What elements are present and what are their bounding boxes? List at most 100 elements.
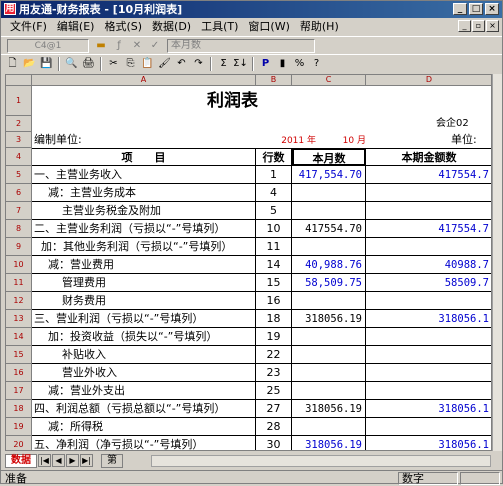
ytd-amount-cell[interactable]: 318056.1 [366,436,491,450]
month-amount-cell[interactable]: 318056.19 [292,400,366,418]
minimize-button[interactable]: _ [453,3,467,15]
header-ytd-amount[interactable]: 本期金额数 [366,148,491,166]
item-cell[interactable]: 管理费用 [32,274,256,292]
save-icon[interactable]: 💾 [39,56,54,71]
row-header[interactable]: 19 [6,418,32,436]
month-amount-cell[interactable] [292,292,366,310]
row-header[interactable]: 18 [6,400,32,418]
prev-sheet-button[interactable]: ◀ [52,454,65,467]
line-cell[interactable]: 25 [256,382,292,400]
horizontal-scrollbar[interactable] [151,455,491,467]
menu-window[interactable]: 窗口(W) [243,18,294,36]
menu-tools[interactable]: 工具(T) [196,18,243,36]
line-cell[interactable]: 4 [256,184,292,202]
first-sheet-button[interactable]: |◀ [38,454,51,467]
new-icon[interactable]: 🗋 [5,56,20,71]
next-sheet-button[interactable]: ▶ [66,454,79,467]
print-icon[interactable]: 🖨 [81,56,96,71]
month-amount-cell[interactable] [292,184,366,202]
item-cell[interactable]: 营业外收入 [32,364,256,382]
item-cell[interactable]: 减：主营业务成本 [32,184,256,202]
vertical-scrollbar[interactable] [492,74,502,451]
row-header[interactable]: 1 [6,86,32,116]
line-cell[interactable]: 30 [256,436,292,450]
menu-help[interactable]: 帮助(H) [295,18,344,36]
ytd-amount-cell[interactable] [366,328,491,346]
maximize-button[interactable]: □ [469,3,483,15]
item-cell[interactable]: 加：投资收益（损失以“-”号填列） [32,328,256,346]
sort-icon[interactable]: Σ↓ [233,56,248,71]
corner-header[interactable] [6,75,32,86]
column-header-a[interactable]: A [32,75,256,86]
header-month-amount[interactable]: 本月数 [292,148,366,166]
ytd-amount-cell[interactable]: 417554.7 [366,220,491,238]
item-cell[interactable]: 四、利润总额（亏损总额以“-”号填列） [32,400,256,418]
help-icon[interactable]: ? [309,56,324,71]
item-cell[interactable]: 主营业务税金及附加 [32,202,256,220]
row-header[interactable]: 5 [6,166,32,184]
ytd-amount-cell[interactable] [366,382,491,400]
month-amount-cell[interactable]: 417554.70 [292,220,366,238]
line-cell[interactable]: 27 [256,400,292,418]
percent-icon[interactable]: % [292,56,307,71]
redo-icon[interactable]: ↷ [191,56,206,71]
line-cell[interactable]: 1 [256,166,292,184]
row-header[interactable]: 17 [6,382,32,400]
column-header-c[interactable]: C [292,75,366,86]
month-amount-cell[interactable] [292,346,366,364]
line-cell[interactable]: 28 [256,418,292,436]
row-header[interactable]: 13 [6,310,32,328]
month-amount-cell[interactable] [292,328,366,346]
item-cell[interactable]: 减：营业外支出 [32,382,256,400]
row-header[interactable]: 3 [6,132,32,148]
menu-data[interactable]: 数据(D) [147,18,196,36]
month-amount-cell[interactable] [292,238,366,256]
line-cell[interactable]: 11 [256,238,292,256]
ytd-amount-cell[interactable] [366,238,491,256]
unit-label[interactable]: 单位: [451,132,491,148]
menu-edit[interactable]: 编辑(E) [52,18,100,36]
ytd-amount-cell[interactable] [366,184,491,202]
month-amount-cell[interactable] [292,418,366,436]
row-header[interactable]: 14 [6,328,32,346]
ytd-amount-cell[interactable]: 318056.1 [366,310,491,328]
column-header-d[interactable]: D [366,75,491,86]
confirm-icon[interactable]: ✓ [149,40,161,52]
function-icon[interactable]: ƒ [113,40,125,52]
folder-icon[interactable]: ▬ [95,40,107,52]
item-cell[interactable]: 五、净利润（净亏损以“-”号填列） [32,436,256,450]
month-amount-cell[interactable]: 58,509.75 [292,274,366,292]
row-header[interactable]: 9 [6,238,32,256]
row-header[interactable]: 4 [6,148,32,166]
line-cell[interactable]: 18 [256,310,292,328]
ytd-amount-cell[interactable]: 58509.7 [366,274,491,292]
doc-restore-button[interactable]: ▫ [472,20,485,32]
item-cell[interactable]: 三、营业利润（亏损以“-”号填列） [32,310,256,328]
company-label[interactable]: 编制单位: [34,132,154,148]
row-header[interactable]: 6 [6,184,32,202]
doc-close-button[interactable]: × [486,20,499,32]
form-code[interactable]: 会企02 [436,116,491,132]
row-header[interactable]: 16 [6,364,32,382]
ytd-amount-cell[interactable]: 417554.7 [366,166,491,184]
line-cell[interactable]: 10 [256,220,292,238]
line-cell[interactable]: 23 [256,364,292,382]
ytd-amount-cell[interactable] [366,292,491,310]
menu-format[interactable]: 格式(S) [99,18,147,36]
month-amount-cell[interactable]: 318056.19 [292,436,366,450]
month-amount-cell[interactable] [292,202,366,220]
month-amount-cell[interactable] [292,364,366,382]
item-cell[interactable]: 一、主营业务收入 [32,166,256,184]
month-amount-cell[interactable] [292,382,366,400]
undo-icon[interactable]: ↶ [174,56,189,71]
doc-minimize-button[interactable]: _ [458,20,471,32]
column-header-b[interactable]: B [256,75,292,86]
year-value[interactable]: 2011 年 [246,132,316,148]
spreadsheet-grid[interactable]: A B C D 1 利润表 2 会企02 3 编制单位: 2011 年 10 月… [5,74,492,451]
month-value[interactable]: 10 月 [312,132,366,148]
cell-reference-box[interactable]: C4@1 [7,38,89,53]
row-header[interactable]: 11 [6,274,32,292]
month-amount-cell[interactable]: 40,988.76 [292,256,366,274]
header-line[interactable]: 行数 [256,148,292,166]
ytd-amount-cell[interactable]: 318056.1 [366,400,491,418]
